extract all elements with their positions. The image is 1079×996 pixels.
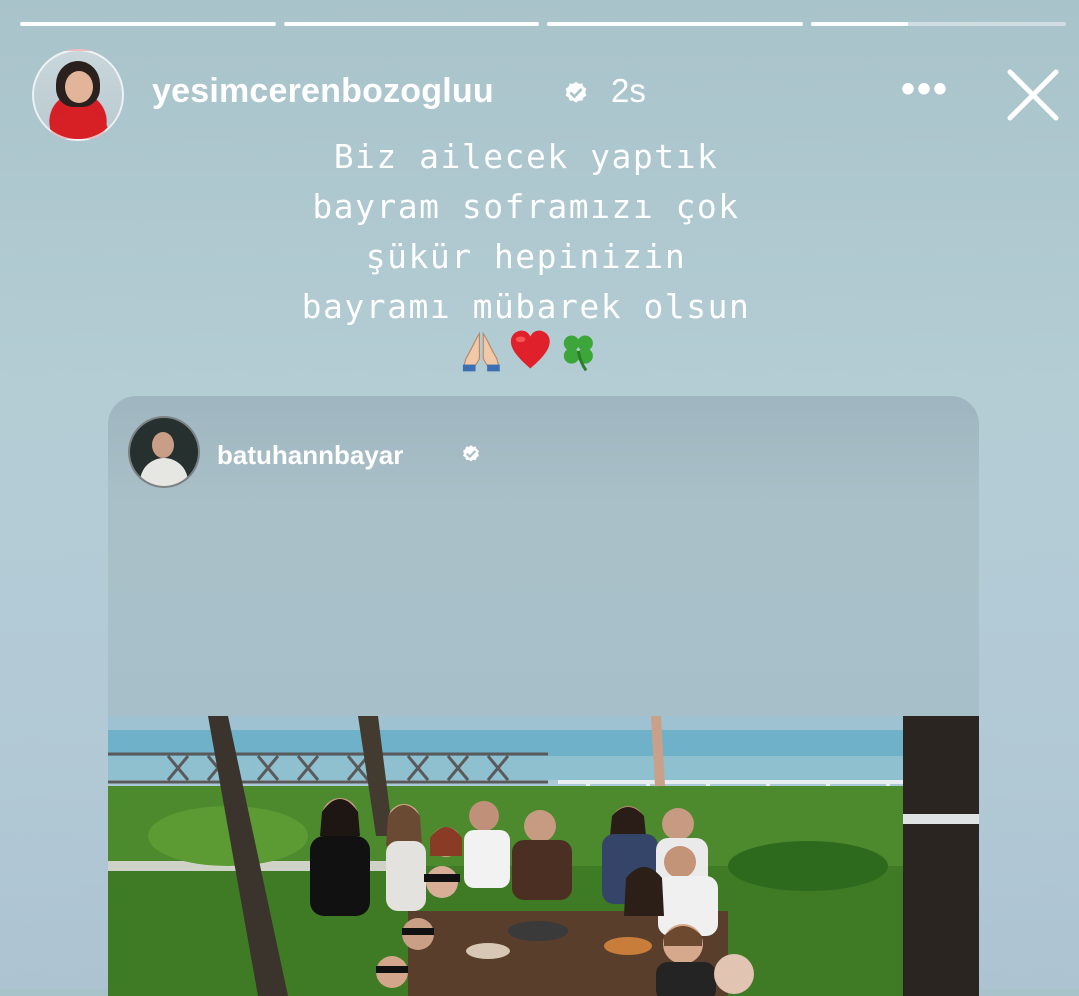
red-heart-icon [510,330,550,369]
story-progress-bar [20,22,1066,27]
caption-line: Biz ailecek yaptık [333,137,719,176]
caption-line: bayram soframızı çok [312,187,740,226]
caption-line: bayramı mübarek olsun [301,287,751,326]
caption-line: şükür hepinizin [365,237,687,276]
progress-segment-2 [283,22,539,26]
verified-badge-icon [463,445,479,462]
progress-segment-1 [20,22,276,26]
more-options-icon[interactable]: ••• [900,69,950,114]
group-photo [108,716,979,996]
reshared-author-avatar[interactable] [128,416,200,488]
author-avatar[interactable] [32,49,124,141]
progress-segment-3 [547,22,803,26]
progress-segment-4 [810,22,1066,26]
reshared-author-username[interactable]: batuhannbayar [217,440,403,471]
four-leaf-clover-icon [564,335,594,372]
author-username[interactable]: yesimcerenbozogluu [152,72,494,111]
praying-hands-icon [462,331,500,372]
caption-emojis [460,328,600,374]
verified-badge-icon [565,81,587,103]
reshared-post-card[interactable]: batuhannbayar [108,396,979,996]
story-caption: Biz ailecek yaptık bayram soframızı çok … [176,132,876,332]
post-time: 2s [611,72,646,109]
close-icon[interactable] [1004,66,1062,124]
